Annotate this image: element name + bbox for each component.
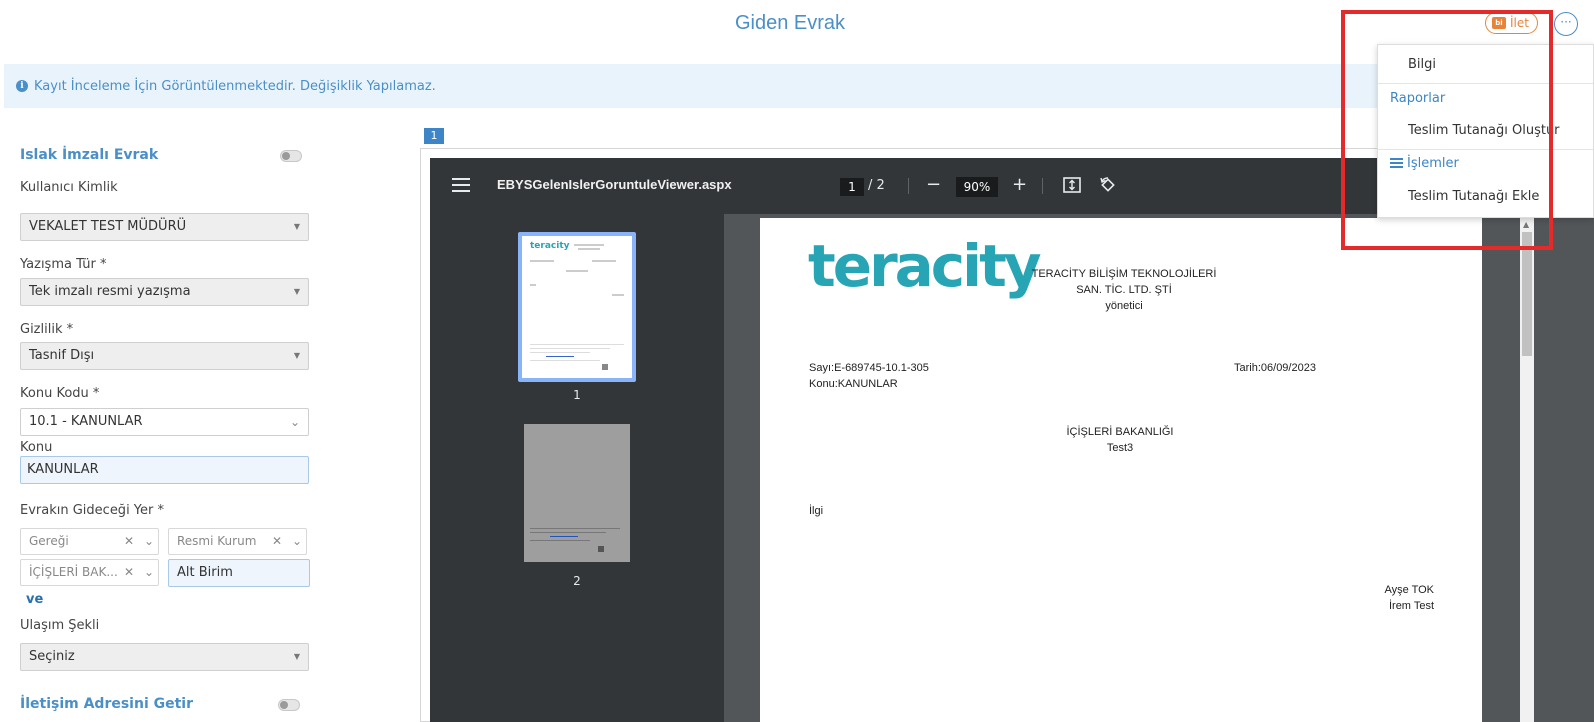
user-identity-select[interactable]: VEKALET TEST MÜDÜRÜ ▼: [20, 213, 309, 241]
caret-down-icon: ▼: [293, 351, 300, 360]
confidentiality-select[interactable]: Tasnif Dışı ▼: [20, 342, 309, 370]
toolbar-divider: [1042, 178, 1043, 194]
toggle-knob: [280, 701, 288, 709]
chevron-down-icon: ⌄: [291, 534, 302, 548]
and-link[interactable]: ve: [26, 592, 43, 607]
destination-type-value: Gereği: [29, 534, 69, 548]
clear-icon[interactable]: ✕: [124, 529, 134, 554]
correspondence-type-label: Yazışma Tür *: [20, 257, 107, 272]
clear-icon[interactable]: ✕: [272, 529, 282, 554]
toggle-knob: [282, 152, 290, 160]
institution-select[interactable]: İÇİŞLERİ BAK... ✕ ⌄: [20, 559, 159, 586]
caret-down-icon: ▼: [293, 287, 300, 296]
signer-name-2: İrem Test: [1388, 600, 1434, 612]
rotate-icon[interactable]: [1098, 175, 1118, 200]
destination-label: Evrakın Gideceği Yer *: [20, 503, 164, 518]
correspondence-type-value: Tek imzalı resmi yazışma: [29, 284, 191, 299]
thumbnail-preview: [530, 528, 620, 552]
thumbnail-sidebar: teracity 1 2: [430, 214, 724, 722]
caret-down-icon: ▼: [293, 222, 300, 231]
company-name-line2: SAN. TİC. LTD. ŞTİ: [1076, 284, 1172, 296]
correspondence-type-select[interactable]: Tek imzalı resmi yazışma ▼: [20, 278, 309, 306]
user-identity-value: VEKALET TEST MÜDÜRÜ: [29, 219, 187, 234]
fit-page-icon[interactable]: [1062, 175, 1082, 200]
thumbnail-page-2[interactable]: [524, 424, 630, 562]
confidentiality-value: Tasnif Dışı: [29, 348, 95, 363]
highlight-box: [1341, 10, 1553, 250]
company-name-line1: TERACİTY BİLİŞİM TEKNOLOJİLERİ: [1031, 268, 1217, 280]
contact-address-title: İletişim Adresini Getir: [20, 696, 193, 712]
recipient-line2: Test3: [1106, 442, 1134, 454]
subject-label: Konu: [20, 440, 53, 455]
thumbnail-page-1[interactable]: teracity: [518, 232, 636, 382]
signer-name-1: Ayşe TOK: [1384, 584, 1434, 596]
caret-down-icon: ▼: [293, 652, 300, 661]
page-chip[interactable]: 1: [424, 128, 444, 144]
subject-value: KANUNLAR: [27, 462, 99, 477]
thumbnail-label-1: 1: [573, 388, 581, 402]
wet-signed-toggle[interactable]: [280, 150, 302, 162]
menu-icon[interactable]: [452, 178, 470, 192]
sub-unit-input[interactable]: Alt Birim: [168, 559, 310, 587]
delivery-method-label: Ulaşım Şekli: [20, 618, 100, 633]
institution-type-select[interactable]: Resmi Kurum ✕ ⌄: [168, 528, 307, 555]
document-number: Sayı:E-689745-10.1-305: [809, 362, 929, 374]
document-page: teracity TERACİTY BİLİŞİM TEKNOLOJİLERİ …: [760, 218, 1482, 722]
subject-code-select[interactable]: 10.1 - KANUNLAR ⌄: [20, 408, 309, 436]
zoom-in-icon[interactable]: +: [1012, 174, 1027, 195]
company-header: TERACİTY BİLİŞİM TEKNOLOJİLERİ SAN. TİC.…: [984, 266, 1264, 314]
recipient-line1: İÇİŞLERİ BAKANLIĞI: [1066, 426, 1174, 438]
more-options-button[interactable]: ···: [1554, 12, 1578, 36]
subject-code-label: Konu Kodu *: [20, 386, 100, 401]
contact-address-toggle[interactable]: [278, 699, 300, 711]
toolbar-divider: [908, 178, 909, 194]
zoom-input[interactable]: 90%: [956, 177, 998, 197]
sub-unit-placeholder: Alt Birim: [177, 565, 233, 580]
subject-input[interactable]: KANUNLAR: [20, 456, 309, 484]
institution-value: İÇİŞLERİ BAK...: [29, 565, 118, 579]
scrollbar-thumb[interactable]: [1522, 232, 1532, 356]
notice-text: Kayıt İnceleme İçin Görüntülenmektedir. …: [34, 78, 436, 94]
company-name-line3: yönetici: [1105, 300, 1143, 312]
page-number-input[interactable]: 1: [840, 178, 864, 196]
zoom-out-icon[interactable]: −: [926, 174, 941, 195]
chevron-down-icon: ⌄: [143, 534, 154, 548]
institution-type-value: Resmi Kurum: [177, 534, 257, 548]
page-total: / 2: [868, 178, 885, 193]
delivery-method-select[interactable]: Seçiniz ▼: [20, 643, 309, 671]
destination-type-select[interactable]: Gereği ✕ ⌄: [20, 528, 159, 555]
svg-text:teracity: teracity: [530, 241, 570, 251]
file-name: EBYSGelenIslerGoruntuleViewer.aspx: [497, 177, 732, 192]
subject-code-value: 10.1 - KANUNLAR: [29, 414, 143, 429]
confidentiality-label: Gizlilik *: [20, 322, 74, 337]
wet-signed-title: Islak İmzalı Evrak: [20, 147, 159, 163]
document-date: Tarih:06/09/2023: [1234, 362, 1316, 374]
thumbnail-label-2: 2: [573, 574, 581, 588]
user-identity-label: Kullanıcı Kimlik: [20, 180, 118, 195]
more-icon: ···: [1560, 15, 1572, 29]
reference-label: İlgi: [809, 505, 824, 517]
chevron-down-icon: ⌄: [289, 415, 300, 429]
thumbnail-preview: teracity: [530, 241, 624, 370]
delivery-method-value: Seçiniz: [29, 649, 75, 664]
info-icon: i: [16, 80, 28, 92]
chevron-down-icon: ⌄: [143, 565, 154, 579]
document-subject: Konu:KANUNLAR: [809, 378, 898, 390]
clear-icon[interactable]: ✕: [124, 560, 134, 585]
